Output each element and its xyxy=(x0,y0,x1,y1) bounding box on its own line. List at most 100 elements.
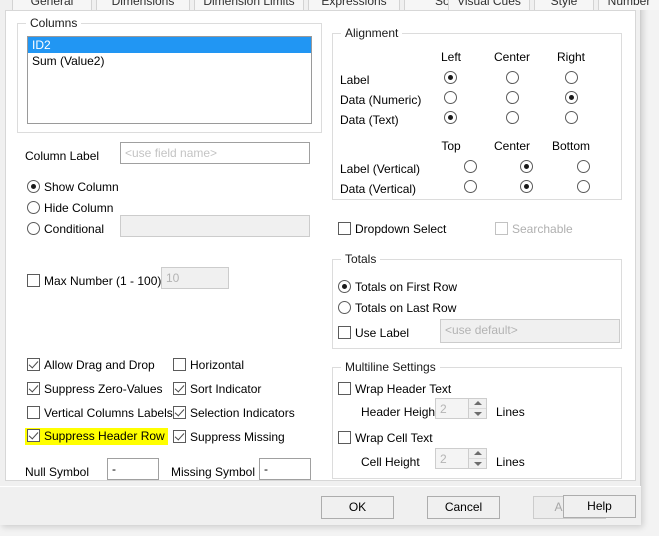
max-number-input[interactable]: 10 xyxy=(161,267,229,289)
cancel-button[interactable]: Cancel xyxy=(427,496,500,519)
list-item[interactable]: ID2 xyxy=(28,37,311,53)
searchable-label: Searchable xyxy=(512,222,573,236)
alignment-group-label: Alignment xyxy=(341,26,402,40)
tab-expressions[interactable]: Expressions xyxy=(308,0,400,10)
suppress-missing-label: Suppress Missing xyxy=(190,430,285,444)
list-item[interactable]: Sum (Value2) xyxy=(28,53,311,69)
alignment-label-center-radio[interactable] xyxy=(506,71,519,84)
totals-on-last-row-radio[interactable]: Totals on Last Row xyxy=(338,301,456,315)
dropdown-select-checkbox[interactable]: Dropdown Select xyxy=(338,222,446,236)
alignment-data-text-right-radio[interactable] xyxy=(565,111,578,124)
checkbox-indicator xyxy=(27,406,40,419)
horizontal-checkbox[interactable]: Horizontal xyxy=(173,358,244,372)
suppress-missing-checkbox[interactable]: Suppress Missing xyxy=(173,430,285,444)
missing-symbol-input[interactable]: - xyxy=(259,458,311,480)
max-number-checkbox[interactable]: Max Number (1 - 100) xyxy=(27,274,161,288)
suppress-header-row-checkbox[interactable]: Suppress Header Row xyxy=(25,428,168,445)
tab-style[interactable]: Style xyxy=(534,0,594,10)
checkbox-indicator xyxy=(338,326,351,339)
chevron-up-icon[interactable] xyxy=(469,399,486,409)
show-column-label: Show Column xyxy=(44,180,119,194)
chevron-down-icon[interactable] xyxy=(469,459,486,468)
totals-on-first-row-radio[interactable]: Totals on First Row xyxy=(338,280,457,294)
tab-dimensions[interactable]: Dimensions xyxy=(96,0,190,10)
alignment-label-right-radio[interactable] xyxy=(565,71,578,84)
allow-drag-and-drop-label: Allow Drag and Drop xyxy=(44,358,155,372)
selection-indicators-checkbox[interactable]: Selection Indicators xyxy=(173,406,295,420)
horizontal-label: Horizontal xyxy=(190,358,244,372)
columns-listbox[interactable]: ID2 Sum (Value2) xyxy=(27,36,312,124)
use-label-checkbox[interactable]: Use Label xyxy=(338,326,409,340)
vertical-columns-labels-checkbox[interactable]: Vertical Columns Labels xyxy=(27,406,173,420)
tab-strip: General Dimensions Dimension Limits Expr… xyxy=(0,0,641,10)
checkbox-indicator xyxy=(173,406,186,419)
cell-height-stepper-buttons[interactable] xyxy=(468,449,486,468)
checkbox-indicator xyxy=(27,429,40,442)
alignment-data-text-center-radio[interactable] xyxy=(506,111,519,124)
chevron-up-icon[interactable] xyxy=(469,449,486,459)
header-height-unit: Lines xyxy=(496,405,525,419)
chevron-down-icon[interactable] xyxy=(469,409,486,418)
alignment-col-header-right: Right xyxy=(545,50,597,64)
cell-height-stepper[interactable]: 2 xyxy=(435,448,487,469)
alignment-data-vertical-top-radio[interactable] xyxy=(464,180,477,193)
radio-indicator xyxy=(338,280,351,293)
hide-column-label: Hide Column xyxy=(44,201,113,215)
conditional-radio[interactable]: Conditional xyxy=(27,222,104,236)
column-label-caption: Column Label xyxy=(25,149,99,163)
alignment-vcol-header-top: Top xyxy=(426,139,476,153)
suppress-zero-values-checkbox[interactable]: Suppress Zero-Values xyxy=(27,382,163,396)
alignment-label-vertical-bottom-radio[interactable] xyxy=(577,160,590,173)
column-label-input[interactable]: <use field name> xyxy=(120,142,310,164)
sort-indicator-checkbox[interactable]: Sort Indicator xyxy=(173,382,261,396)
columns-group-label: Columns xyxy=(26,16,81,30)
cell-height-caption: Cell Height xyxy=(361,455,420,469)
allow-drag-and-drop-checkbox[interactable]: Allow Drag and Drop xyxy=(27,358,155,372)
alignment-data-vertical-center-radio[interactable] xyxy=(520,180,533,193)
selection-indicators-label: Selection Indicators xyxy=(190,406,295,420)
hide-column-radio[interactable]: Hide Column xyxy=(27,201,113,215)
multiline-settings-group-label: Multiline Settings xyxy=(341,360,440,374)
alignment-label-vertical-top-radio[interactable] xyxy=(464,160,477,173)
show-column-radio[interactable]: Show Column xyxy=(27,180,119,194)
cell-height-unit: Lines xyxy=(496,455,525,469)
checkbox-indicator xyxy=(338,222,351,235)
alignment-row-data-numeric-label: Data (Numeric) xyxy=(340,93,421,107)
alignment-data-numeric-left-radio[interactable] xyxy=(444,91,457,104)
use-label-input[interactable]: <use default> xyxy=(440,319,620,343)
checkbox-indicator xyxy=(338,382,351,395)
help-button[interactable]: Help xyxy=(563,495,636,518)
radio-indicator xyxy=(27,180,40,193)
totals-group-label: Totals xyxy=(341,252,380,266)
alignment-data-vertical-bottom-radio[interactable] xyxy=(577,180,590,193)
conditional-expression-input[interactable] xyxy=(120,215,310,237)
checkbox-indicator xyxy=(173,358,186,371)
header-height-stepper[interactable]: 2 xyxy=(435,398,487,419)
alignment-label-vertical-center-radio[interactable] xyxy=(520,160,533,173)
tab-visual-cues[interactable]: Visual Cues xyxy=(448,0,530,10)
alignment-data-numeric-right-radio[interactable] xyxy=(565,91,578,104)
alignment-data-numeric-center-radio[interactable] xyxy=(506,91,519,104)
null-symbol-input[interactable]: - xyxy=(107,458,159,480)
header-height-stepper-buttons[interactable] xyxy=(468,399,486,418)
tab-general[interactable]: General xyxy=(12,0,92,10)
header-height-caption: Header Height xyxy=(361,405,438,419)
tab-dimension-limits[interactable]: Dimension Limits xyxy=(194,0,304,10)
null-symbol-caption: Null Symbol xyxy=(25,465,89,479)
wrap-header-text-label: Wrap Header Text xyxy=(355,382,451,396)
alignment-data-text-left-radio[interactable] xyxy=(444,111,457,124)
conditional-label: Conditional xyxy=(44,222,104,236)
vertical-columns-labels-label: Vertical Columns Labels xyxy=(44,406,173,420)
ok-button[interactable]: OK xyxy=(321,496,394,519)
chart-properties-dialog: General Dimensions Dimension Limits Expr… xyxy=(0,0,641,525)
alignment-label-left-radio[interactable] xyxy=(444,71,457,84)
tab-number[interactable]: Number xyxy=(598,0,659,10)
header-height-value: 2 xyxy=(440,401,447,417)
wrap-cell-text-checkbox[interactable]: Wrap Cell Text xyxy=(338,431,433,445)
alignment-vcol-header-bottom: Bottom xyxy=(545,139,597,153)
missing-symbol-caption: Missing Symbol xyxy=(171,465,255,479)
wrap-header-text-checkbox[interactable]: Wrap Header Text xyxy=(338,382,451,396)
alignment-row-label-label: Label xyxy=(340,73,369,87)
checkbox-indicator xyxy=(27,274,40,287)
searchable-checkbox[interactable]: Searchable xyxy=(495,222,573,236)
